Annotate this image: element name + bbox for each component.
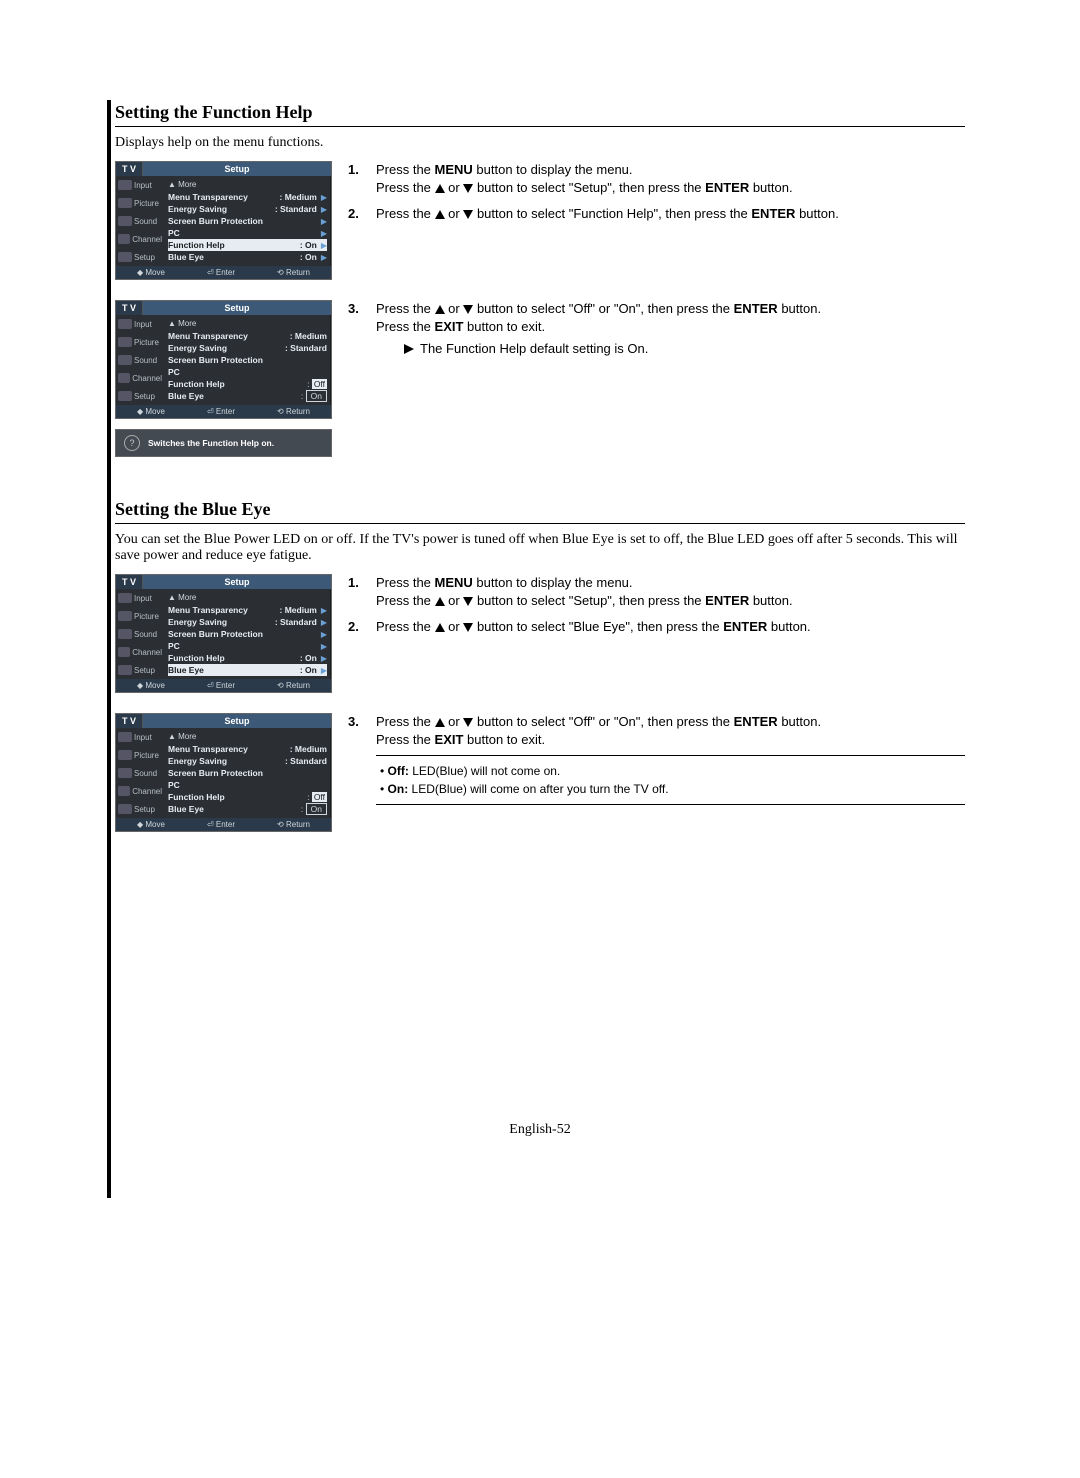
- step-3: 3. Press the or button to select "Off" o…: [348, 713, 965, 805]
- osd-panel: T V Setup Input Picture Sound Channel Se…: [115, 713, 332, 832]
- page-number: English-52: [115, 1122, 965, 1198]
- definition-box: • Off: LED(Blue) will not come on. • On:…: [376, 755, 965, 805]
- up-icon: [435, 184, 445, 193]
- picture-icon: [118, 198, 132, 208]
- step-1: 1. Press the MENU button to display the …: [348, 574, 965, 610]
- down-icon: [463, 718, 473, 727]
- up-icon: [435, 623, 445, 632]
- section-intro: Displays help on the menu functions.: [115, 135, 965, 151]
- osd-help-bar: ? Switches the Function Help on.: [115, 429, 332, 457]
- osd-panel: T V Setup Input Picture Sound Channel Se…: [115, 574, 332, 693]
- step-3: 3. Press the or button to select "Off" o…: [348, 300, 965, 359]
- sound-icon: [118, 216, 132, 226]
- osd-sidebar: Input Picture Sound Channel Setup: [116, 176, 164, 266]
- down-icon: [463, 184, 473, 193]
- setup-icon: [118, 252, 132, 262]
- up-icon: [435, 305, 445, 314]
- up-icon: [435, 597, 445, 606]
- up-icon: [435, 718, 445, 727]
- step-2: 2. Press the or button to select "Blue E…: [348, 618, 965, 636]
- pointer-icon: [404, 344, 414, 354]
- osd-row-blue-eye-highlight: Blue Eye: On▶: [168, 664, 327, 676]
- down-icon: [463, 210, 473, 219]
- osd-title: Setup: [142, 162, 331, 176]
- osd-tv-label: T V: [116, 162, 142, 176]
- note: The Function Help default setting is On.: [404, 340, 965, 358]
- osd-row-function-help-highlight: Function Help: On▶: [168, 239, 327, 251]
- down-icon: [463, 597, 473, 606]
- step-1: 1. Press the MENU button to display the …: [348, 161, 965, 197]
- input-icon: [118, 180, 132, 190]
- section-title-function-help: Setting the Function Help: [115, 100, 965, 127]
- step-2: 2. Press the or button to select "Functi…: [348, 205, 965, 223]
- osd-panel: T V Setup Input Picture Sound Channel Se…: [115, 161, 332, 280]
- option-off: Off: [312, 379, 327, 389]
- osd-panel: T V Setup Input Picture Sound Channel Se…: [115, 300, 332, 419]
- osd-more: ▲ More: [168, 179, 327, 191]
- down-icon: [463, 305, 473, 314]
- channel-icon: [118, 234, 130, 244]
- section-title-blue-eye: Setting the Blue Eye: [115, 497, 965, 524]
- option-off: Off: [312, 792, 327, 802]
- help-icon: ?: [124, 435, 140, 451]
- down-icon: [463, 623, 473, 632]
- section-intro: You can set the Blue Power LED on or off…: [115, 532, 965, 564]
- option-on: On: [306, 390, 327, 402]
- option-on: On: [306, 803, 327, 815]
- osd-footer: ◆ Move ⏎ Enter ⟲ Return: [116, 266, 331, 279]
- up-icon: [435, 210, 445, 219]
